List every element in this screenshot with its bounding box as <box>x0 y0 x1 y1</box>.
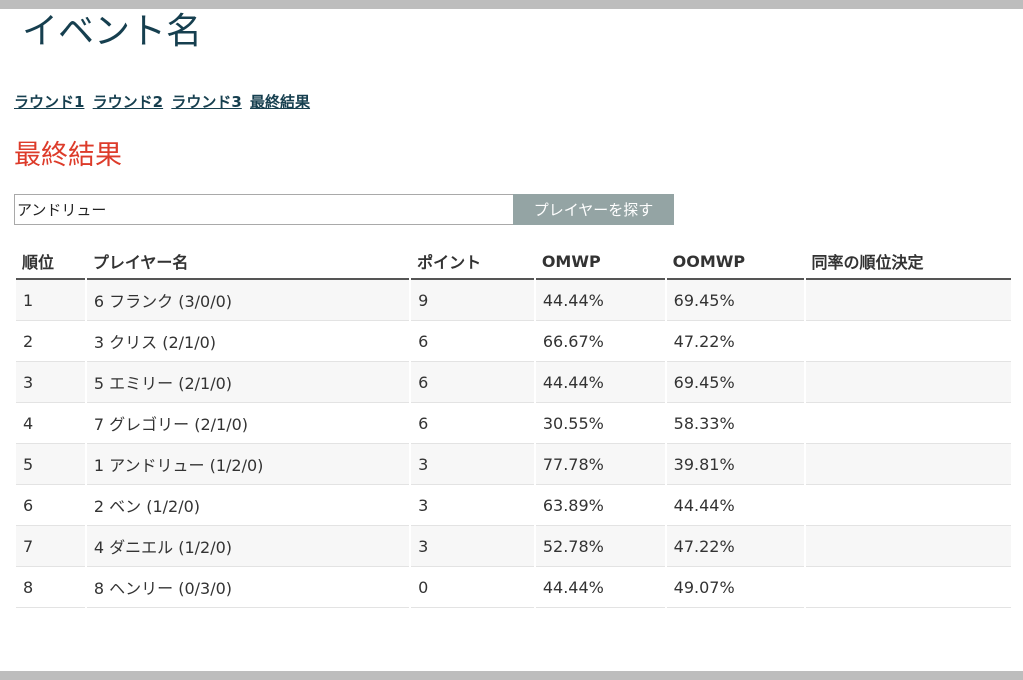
cell-omwp: 66.67% <box>535 321 665 362</box>
final-results-link[interactable]: 最終結果 <box>250 93 310 111</box>
cell-points: 3 <box>411 485 534 526</box>
cell-oomwp: 39.81% <box>666 444 804 485</box>
cell-oomwp: 47.22% <box>666 321 804 362</box>
table-row: 51 アンドリュー (1/2/0) 3 77.78% 39.81% <box>16 444 1011 485</box>
cell-points: 6 <box>411 362 534 403</box>
header-tiebreak[interactable]: 同率の順位決定 <box>805 244 1011 280</box>
cell-oomwp: 44.44% <box>666 485 804 526</box>
table-row: 35 エミリー (2/1/0) 6 44.44% 69.45% <box>16 362 1011 403</box>
bottom-border-bar <box>0 671 1023 680</box>
cell-tiebreak <box>805 567 1011 608</box>
table-row: 88 ヘンリー (0/3/0) 0 44.44% 49.07% <box>16 567 1011 608</box>
cell-points: 9 <box>411 280 534 321</box>
cell-omwp: 44.44% <box>535 362 665 403</box>
cell-rank: 1 <box>16 280 85 321</box>
cell-oomwp: 69.45% <box>666 280 804 321</box>
cell-tiebreak <box>805 403 1011 444</box>
header-points[interactable]: ポイント <box>411 244 534 280</box>
cell-player: 7 グレゴリー (2/1/0) <box>86 403 410 444</box>
cell-points: 6 <box>411 403 534 444</box>
cell-rank: 7 <box>16 526 85 567</box>
cell-rank: 3 <box>16 362 85 403</box>
cell-points: 6 <box>411 321 534 362</box>
cell-omwp: 44.44% <box>535 280 665 321</box>
table-header-row: 順位 プレイヤー名 ポイント OMWP OOMWP 同率の順位決定 <box>16 244 1011 280</box>
round-link-1[interactable]: ラウンド1 <box>14 93 84 111</box>
cell-player: 3 クリス (2/1/0) <box>86 321 410 362</box>
cell-omwp: 30.55% <box>535 403 665 444</box>
cell-omwp: 77.78% <box>535 444 665 485</box>
cell-tiebreak <box>805 485 1011 526</box>
header-oomwp[interactable]: OOMWP <box>666 244 804 280</box>
round-navigation: ラウンド1 ラウンド2 ラウンド3 最終結果 <box>14 92 313 112</box>
cell-points: 3 <box>411 526 534 567</box>
cell-points: 3 <box>411 444 534 485</box>
table-row: 16 フランク (3/0/0) 9 44.44% 69.45% <box>16 280 1011 321</box>
cell-tiebreak <box>805 362 1011 403</box>
find-player-button[interactable]: プレイヤーを探す <box>513 194 674 225</box>
player-search-input[interactable] <box>14 194 513 225</box>
event-title: イベント名 <box>22 11 203 52</box>
cell-tiebreak <box>805 526 1011 567</box>
cell-player: 6 フランク (3/0/0) <box>86 280 410 321</box>
cell-tiebreak <box>805 444 1011 485</box>
cell-tiebreak <box>805 321 1011 362</box>
cell-omwp: 44.44% <box>535 567 665 608</box>
round-link-2[interactable]: ラウンド2 <box>93 93 163 111</box>
table-row: 47 グレゴリー (2/1/0) 6 30.55% 58.33% <box>16 403 1011 444</box>
cell-oomwp: 58.33% <box>666 403 804 444</box>
cell-player: 5 エミリー (2/1/0) <box>86 362 410 403</box>
header-player-name[interactable]: プレイヤー名 <box>86 244 410 280</box>
cell-rank: 6 <box>16 485 85 526</box>
table-row: 62 ベン (1/2/0) 3 63.89% 44.44% <box>16 485 1011 526</box>
cell-oomwp: 69.45% <box>666 362 804 403</box>
cell-points: 0 <box>411 567 534 608</box>
section-title: 最終結果 <box>14 140 122 171</box>
cell-rank: 2 <box>16 321 85 362</box>
cell-player: 1 アンドリュー (1/2/0) <box>86 444 410 485</box>
cell-omwp: 52.78% <box>535 526 665 567</box>
cell-rank: 5 <box>16 444 85 485</box>
results-table: 順位 プレイヤー名 ポイント OMWP OOMWP 同率の順位決定 16 フラン… <box>14 244 1013 608</box>
table-row: 74 ダニエル (1/2/0) 3 52.78% 47.22% <box>16 526 1011 567</box>
cell-oomwp: 49.07% <box>666 567 804 608</box>
cell-rank: 8 <box>16 567 85 608</box>
cell-player: 8 ヘンリー (0/3/0) <box>86 567 410 608</box>
header-rank[interactable]: 順位 <box>16 244 85 280</box>
cell-rank: 4 <box>16 403 85 444</box>
header-omwp[interactable]: OMWP <box>535 244 665 280</box>
cell-omwp: 63.89% <box>535 485 665 526</box>
round-link-3[interactable]: ラウンド3 <box>171 93 241 111</box>
top-border-bar <box>0 0 1023 9</box>
cell-player: 2 ベン (1/2/0) <box>86 485 410 526</box>
cell-tiebreak <box>805 280 1011 321</box>
table-row: 23 クリス (2/1/0) 6 66.67% 47.22% <box>16 321 1011 362</box>
cell-player: 4 ダニエル (1/2/0) <box>86 526 410 567</box>
cell-oomwp: 47.22% <box>666 526 804 567</box>
